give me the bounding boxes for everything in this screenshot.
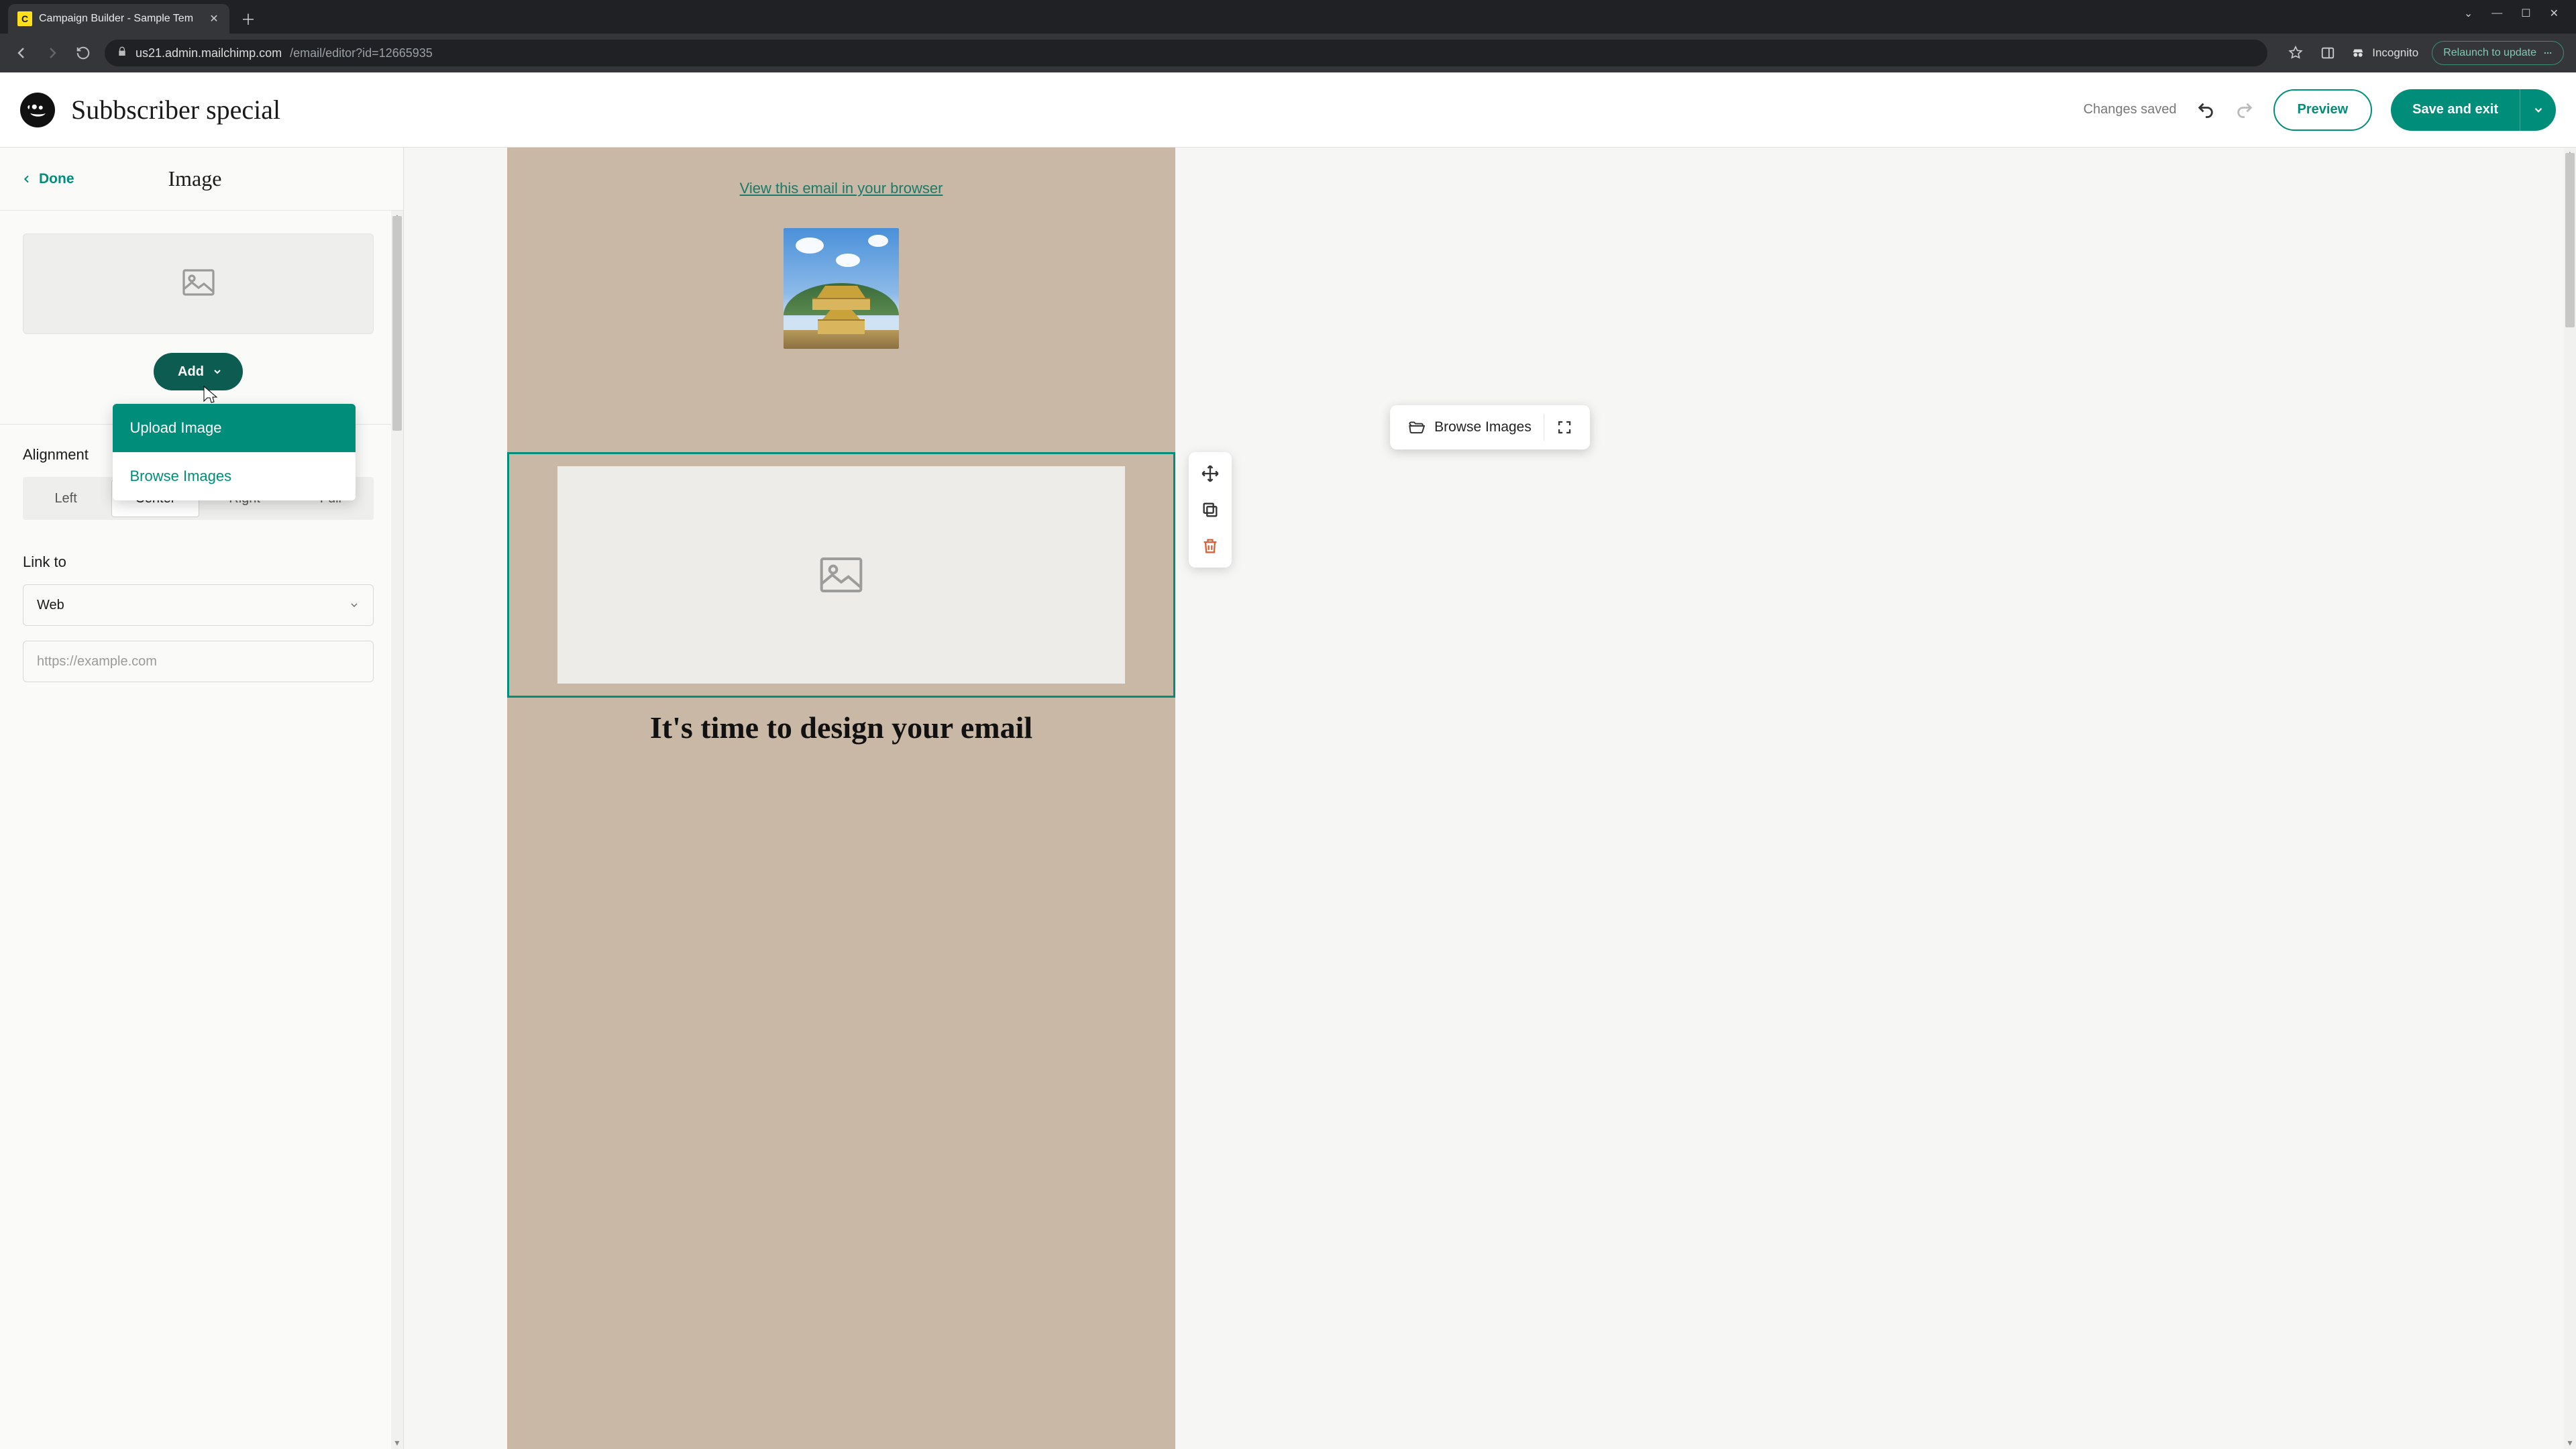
close-window-icon[interactable]: ✕: [2550, 7, 2559, 20]
url-path: /email/editor?id=12665935: [290, 46, 433, 60]
link-url-input[interactable]: [37, 654, 360, 669]
toolbar-browse-label: Browse Images: [1434, 419, 1532, 435]
link-to-label: Link to: [23, 553, 374, 571]
move-block-button[interactable]: [1194, 458, 1226, 490]
link-type-value: Web: [37, 598, 64, 613]
image-block-toolbar: Browse Images: [1390, 405, 1590, 449]
sidebar-scroll-area[interactable]: Add Upload Image Browse Images Alignment: [0, 211, 403, 1449]
link-to-section: Link to Web: [23, 520, 374, 682]
add-image-button[interactable]: Add: [154, 353, 243, 390]
add-dropdown-menu: Upload Image Browse Images: [113, 404, 356, 500]
sidebar-header: Done Image: [0, 148, 403, 211]
fullscreen-icon: [1556, 419, 1572, 435]
image-placeholder-icon: [182, 269, 215, 299]
mailchimp-logo[interactable]: [20, 93, 55, 127]
menu-item-browse-images[interactable]: Browse Images: [113, 452, 356, 500]
preview-button[interactable]: Preview: [2273, 89, 2373, 131]
tab-menu-icon[interactable]: ⌄: [2464, 7, 2473, 20]
done-button[interactable]: Done: [21, 171, 74, 187]
scroll-down-icon[interactable]: ▼: [391, 1437, 403, 1449]
scrollbar-thumb[interactable]: [392, 216, 402, 431]
browser-toolbar: us21.admin.mailchimp.com/email/editor?id…: [0, 34, 2576, 72]
mailchimp-favicon: C: [17, 11, 32, 26]
move-icon: [1201, 464, 1220, 483]
image-placeholder-preview: [23, 233, 374, 334]
toolbar-fullscreen-button[interactable]: [1544, 405, 1585, 449]
save-button-group: Save and exit: [2391, 89, 2556, 131]
menu-item-upload-image[interactable]: Upload Image: [113, 404, 356, 452]
reload-button[interactable]: [74, 44, 93, 62]
chevron-down-icon: [349, 600, 360, 610]
view-in-browser-row: View this email in your browser: [507, 148, 1175, 216]
save-status: Changes saved: [2084, 102, 2177, 117]
close-tab-icon[interactable]: ✕: [208, 13, 220, 25]
email-body: View this email in your browser: [507, 148, 1175, 1449]
chevron-down-icon: [212, 366, 223, 377]
trash-icon: [1201, 537, 1220, 555]
sidebar-scrollbar[interactable]: ▲ ▼: [391, 211, 403, 1449]
folder-open-icon: [1407, 419, 1425, 436]
duplicate-icon: [1201, 500, 1220, 519]
block-side-tools: [1189, 452, 1232, 568]
incognito-label: Incognito: [2372, 46, 2418, 60]
done-label: Done: [39, 171, 74, 187]
relaunch-button[interactable]: Relaunch to update: [2432, 41, 2564, 65]
window-controls: ⌄ — ☐ ✕: [2447, 0, 2576, 27]
new-tab-button[interactable]: ＋: [236, 7, 260, 31]
align-left-option[interactable]: Left: [23, 477, 109, 520]
toolbar-browse-images[interactable]: Browse Images: [1395, 405, 1544, 449]
lock-icon: [117, 46, 127, 60]
email-headline[interactable]: It's time to design your email: [507, 710, 1175, 745]
panel-title: Image: [168, 166, 222, 191]
url-host: us21.admin.mailchimp.com: [136, 46, 282, 60]
redo-button[interactable]: [2235, 100, 2255, 120]
duplicate-block-button[interactable]: [1194, 494, 1226, 526]
relaunch-label: Relaunch to update: [2443, 47, 2536, 59]
minimize-icon[interactable]: —: [2491, 7, 2502, 19]
save-dropdown-button[interactable]: [2520, 89, 2556, 131]
forward-button[interactable]: [43, 44, 62, 62]
back-button[interactable]: [12, 44, 31, 62]
tab-title: Campaign Builder - Sample Tem: [39, 13, 201, 25]
browser-tab[interactable]: C Campaign Builder - Sample Tem ✕: [8, 4, 229, 34]
panel-icon[interactable]: [2318, 44, 2337, 62]
delete-block-button[interactable]: [1194, 530, 1226, 562]
link-type-select[interactable]: Web: [23, 584, 374, 626]
properties-sidebar: Done Image Add: [0, 148, 404, 1449]
empty-image-placeholder[interactable]: [557, 466, 1125, 684]
campaign-title[interactable]: Subbscriber special: [71, 94, 280, 125]
incognito-badge: Incognito: [2351, 46, 2418, 60]
app-root: Subbscriber special Changes saved Previe…: [0, 72, 2576, 1449]
add-button-label: Add: [178, 364, 204, 380]
link-url-input-wrapper: [23, 641, 374, 682]
canvas-scrollbar[interactable]: ▲ ▼: [2564, 148, 2576, 1449]
email-canvas[interactable]: View this email in your browser Browse I…: [404, 148, 2576, 1449]
hero-image[interactable]: [784, 228, 899, 349]
scroll-down-icon[interactable]: ▼: [2564, 1437, 2576, 1449]
view-in-browser-link[interactable]: View this email in your browser: [740, 180, 943, 197]
app-header: Subbscriber special Changes saved Previe…: [0, 72, 2576, 148]
undo-button[interactable]: [2196, 100, 2216, 120]
workspace: Done Image Add: [0, 148, 2576, 1449]
address-bar[interactable]: us21.admin.mailchimp.com/email/editor?id…: [105, 40, 2267, 66]
scrollbar-thumb[interactable]: [2565, 153, 2575, 327]
bookmark-star-icon[interactable]: [2286, 44, 2305, 62]
image-placeholder-icon: [820, 557, 863, 593]
maximize-icon[interactable]: ☐: [2521, 7, 2530, 20]
browser-tab-strip: C Campaign Builder - Sample Tem ✕ ＋ ⌄ — …: [0, 0, 2576, 34]
save-and-exit-button[interactable]: Save and exit: [2391, 89, 2520, 131]
